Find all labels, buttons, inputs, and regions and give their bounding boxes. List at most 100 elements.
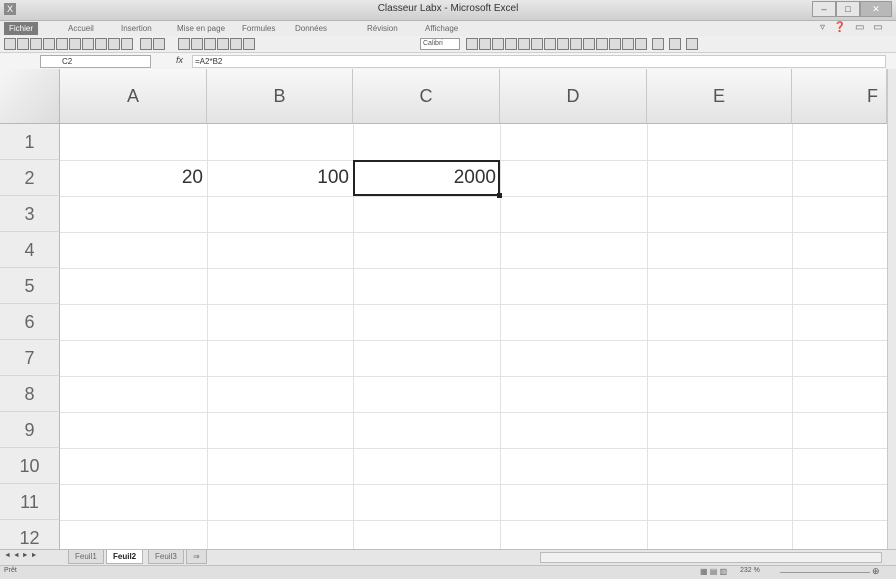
column-header-d[interactable]: D xyxy=(500,69,647,124)
row-header-10[interactable]: 10 xyxy=(0,448,60,484)
name-box[interactable]: C2 xyxy=(40,55,151,68)
drawing-icon[interactable] xyxy=(243,38,255,50)
align-center-icon[interactable] xyxy=(518,38,530,50)
row-header-5[interactable]: 5 xyxy=(0,268,60,304)
decrease-indent-icon[interactable] xyxy=(622,38,634,50)
borders-icon[interactable] xyxy=(652,38,664,50)
row-header-8[interactable]: 8 xyxy=(0,376,60,412)
grid-line xyxy=(60,448,896,449)
align-left-icon[interactable] xyxy=(505,38,517,50)
active-cell-border xyxy=(353,160,500,196)
fill-handle[interactable] xyxy=(497,193,502,198)
row-header-9[interactable]: 9 xyxy=(0,412,60,448)
row-header-7[interactable]: 7 xyxy=(0,340,60,376)
underline-icon[interactable] xyxy=(492,38,504,50)
sheet-tab-feuil1[interactable]: Feuil1 xyxy=(68,550,104,564)
thousands-icon[interactable] xyxy=(583,38,595,50)
tab-fichier[interactable]: Fichier xyxy=(4,22,39,35)
column-header-a[interactable]: A xyxy=(60,69,207,124)
status-bar: Prêt ▦ ▤ ▥ 232 % ⊕ xyxy=(0,565,896,579)
horizontal-scrollbar[interactable] xyxy=(540,552,882,563)
row-header-6[interactable]: 6 xyxy=(0,304,60,340)
preview-icon[interactable] xyxy=(56,38,68,50)
merge-icon[interactable] xyxy=(544,38,556,50)
grid-line xyxy=(60,340,896,341)
grid-line xyxy=(60,304,896,305)
save-icon[interactable] xyxy=(30,38,42,50)
column-header-b[interactable]: B xyxy=(207,69,353,124)
row-header-12[interactable]: 12 xyxy=(0,520,60,549)
sort-asc-icon[interactable] xyxy=(204,38,216,50)
tab-mise-en-page[interactable]: Mise en page xyxy=(172,22,230,35)
copy-icon[interactable] xyxy=(95,38,107,50)
tab-formules[interactable]: Formules xyxy=(237,22,280,35)
grid-line xyxy=(60,232,896,233)
column-header-c[interactable]: C xyxy=(353,69,500,124)
zoom-slider[interactable] xyxy=(780,572,870,573)
help-icon[interactable]: ▿ ❓ ▭ ▭ xyxy=(820,22,886,33)
tab-donnees[interactable]: Données xyxy=(290,22,332,35)
increase-decimal-icon[interactable] xyxy=(596,38,608,50)
zoom-in-icon[interactable]: ⊕ xyxy=(872,566,880,577)
row-header-2[interactable]: 2 xyxy=(0,160,60,196)
open-icon[interactable] xyxy=(17,38,29,50)
chart-icon[interactable] xyxy=(230,38,242,50)
sheet-nav-icon[interactable]: ◄ ◄ ► ► xyxy=(4,552,38,559)
quick-toolbar: Calibri xyxy=(0,36,896,53)
grid-line xyxy=(60,484,896,485)
view-mode-icons[interactable]: ▦ ▤ ▥ xyxy=(700,567,727,576)
redo-icon[interactable] xyxy=(153,38,165,50)
currency-icon[interactable] xyxy=(557,38,569,50)
tab-revision[interactable]: Révision xyxy=(362,22,403,35)
new-icon[interactable] xyxy=(4,38,16,50)
sort-desc-icon[interactable] xyxy=(217,38,229,50)
spreadsheet-grid[interactable]: A B C D E F 1 2 3 4 5 6 7 8 9 10 11 12 2… xyxy=(0,69,896,549)
autosum-icon[interactable] xyxy=(191,38,203,50)
title-bar: X Classeur Labx - Microsoft Excel – □ ✕ xyxy=(0,0,896,21)
sheet-tab-feuil3[interactable]: Feuil3 xyxy=(148,550,184,564)
cell-b2[interactable]: 100 xyxy=(207,160,353,196)
row-header-11[interactable]: 11 xyxy=(0,484,60,520)
grid-line xyxy=(792,124,793,549)
tab-insertion[interactable]: Insertion xyxy=(116,22,157,35)
italic-icon[interactable] xyxy=(479,38,491,50)
maximize-button[interactable]: □ xyxy=(836,1,860,17)
insert-sheet-icon[interactable]: ⇒ xyxy=(186,550,207,564)
grid-line xyxy=(60,196,896,197)
print-icon[interactable] xyxy=(43,38,55,50)
row-header-3[interactable]: 3 xyxy=(0,196,60,232)
select-all-corner[interactable] xyxy=(0,69,60,124)
font-color-icon[interactable] xyxy=(686,38,698,50)
ribbon-tabs: Fichier Accueil Insertion Mise en page F… xyxy=(0,21,896,36)
vertical-scrollbar[interactable] xyxy=(887,69,896,549)
fill-color-icon[interactable] xyxy=(669,38,681,50)
tab-affichage[interactable]: Affichage xyxy=(420,22,463,35)
sheet-tab-bar: ◄ ◄ ► ► Feuil1 Feuil2 Feuil3 ⇒ xyxy=(0,549,896,565)
decrease-decimal-icon[interactable] xyxy=(609,38,621,50)
format-painter-icon[interactable] xyxy=(121,38,133,50)
formula-input[interactable]: =A2*B2 xyxy=(192,55,886,68)
font-name-dropdown[interactable]: Calibri xyxy=(420,38,460,50)
zoom-level[interactable]: 232 % xyxy=(740,567,760,574)
insert-function-icon[interactable]: fx xyxy=(176,55,183,65)
spellcheck-icon[interactable] xyxy=(69,38,81,50)
minimize-button[interactable]: – xyxy=(812,1,836,17)
sheet-tab-feuil2[interactable]: Feuil2 xyxy=(106,550,144,564)
paste-icon[interactable] xyxy=(108,38,120,50)
row-header-4[interactable]: 4 xyxy=(0,232,60,268)
bold-icon[interactable] xyxy=(466,38,478,50)
column-header-f[interactable]: F xyxy=(792,69,887,124)
hyperlink-icon[interactable] xyxy=(178,38,190,50)
row-header-1[interactable]: 1 xyxy=(0,124,60,160)
percent-icon[interactable] xyxy=(570,38,582,50)
align-right-icon[interactable] xyxy=(531,38,543,50)
cell-a2[interactable]: 20 xyxy=(60,160,207,196)
status-text: Prêt xyxy=(4,567,17,574)
grid-line xyxy=(60,376,896,377)
close-button[interactable]: ✕ xyxy=(860,1,892,17)
column-header-e[interactable]: E xyxy=(647,69,792,124)
increase-indent-icon[interactable] xyxy=(635,38,647,50)
cut-icon[interactable] xyxy=(82,38,94,50)
tab-accueil[interactable]: Accueil xyxy=(63,22,99,35)
undo-icon[interactable] xyxy=(140,38,152,50)
